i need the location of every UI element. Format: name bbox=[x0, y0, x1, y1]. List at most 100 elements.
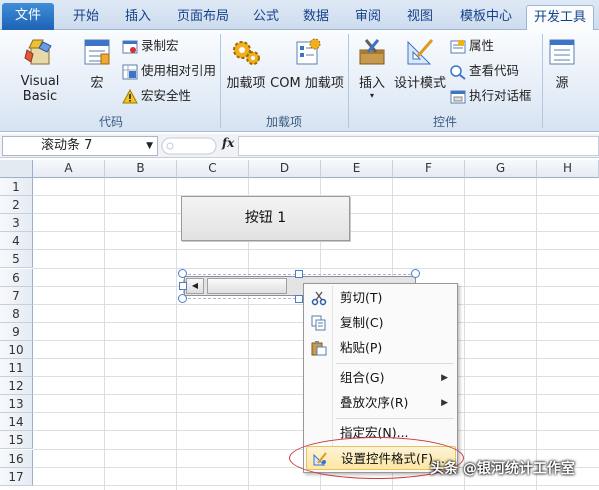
row-header[interactable]: 5 bbox=[0, 250, 33, 269]
tab-developer[interactable]: 开发工具 bbox=[526, 5, 594, 31]
menu-item-group[interactable]: 组合(G) ▶ bbox=[306, 366, 456, 390]
row-header[interactable]: 8 bbox=[0, 304, 33, 323]
row-header[interactable]: 15 bbox=[0, 431, 33, 450]
tab-template-center[interactable]: 模板中心 bbox=[450, 5, 522, 30]
row-header[interactable]: 7 bbox=[0, 286, 33, 305]
menu-item-cut[interactable]: 剪切(T) bbox=[306, 286, 456, 310]
menu-item-label: 组合(G) bbox=[340, 370, 385, 385]
gridline bbox=[104, 178, 105, 490]
row-header[interactable]: 10 bbox=[0, 340, 33, 359]
tab-review[interactable]: 审阅 bbox=[346, 5, 390, 30]
menu-item-order[interactable]: 叠放次序(R) ▶ bbox=[306, 391, 456, 415]
tab-file[interactable]: 文件 bbox=[2, 3, 54, 30]
row-header[interactable]: 17 bbox=[0, 467, 33, 486]
menu-item-copy[interactable]: 复制(C) bbox=[306, 311, 456, 335]
view-code-button[interactable]: 查看代码 bbox=[450, 60, 519, 82]
toolbox-icon bbox=[359, 39, 385, 65]
tab-data[interactable]: 数据 bbox=[294, 5, 338, 30]
gridline bbox=[33, 267, 599, 269]
row-header[interactable]: 1 bbox=[0, 178, 33, 197]
formula-bar: 滚动条 7 ▼ fx bbox=[0, 134, 599, 158]
row-header[interactable]: 14 bbox=[0, 413, 33, 432]
name-box[interactable]: 滚动条 7 ▼ bbox=[2, 136, 158, 156]
design-mode-label: 设计模式 bbox=[394, 76, 447, 91]
addins-button[interactable]: 加载项 bbox=[224, 36, 268, 91]
xml-source-label: 源 bbox=[555, 76, 569, 91]
visual-basic-icon bbox=[24, 39, 52, 65]
group-label-addins: 加载项 bbox=[265, 115, 302, 129]
relative-reference-icon bbox=[122, 64, 138, 79]
resize-handle[interactable] bbox=[179, 282, 187, 290]
copy-icon bbox=[311, 315, 326, 331]
row-header[interactable]: 4 bbox=[0, 232, 33, 251]
row-header[interactable]: 13 bbox=[0, 395, 33, 414]
form-button[interactable]: 按钮 1 bbox=[181, 196, 350, 241]
column-header[interactable]: D bbox=[249, 160, 321, 178]
group-separator bbox=[348, 34, 349, 128]
tab-home[interactable]: 开始 bbox=[60, 5, 112, 30]
menu-separator bbox=[336, 363, 454, 364]
row-header[interactable]: 9 bbox=[0, 322, 33, 341]
chevron-down-icon[interactable]: ▼ bbox=[146, 137, 153, 155]
row-header[interactable]: 12 bbox=[0, 377, 33, 396]
macros-icon bbox=[84, 39, 110, 65]
insert-function-icon[interactable]: fx bbox=[222, 136, 234, 150]
row-header[interactable]: 16 bbox=[0, 449, 33, 468]
record-macro-label: 录制宏 bbox=[141, 38, 179, 53]
insert-control-label: 插入 bbox=[358, 76, 385, 91]
view-code-icon bbox=[450, 64, 466, 80]
formula-input[interactable] bbox=[238, 136, 599, 156]
properties-button[interactable]: 属性 bbox=[450, 35, 494, 57]
group-separator bbox=[220, 34, 221, 128]
resize-handle[interactable] bbox=[411, 269, 420, 278]
column-header[interactable]: B bbox=[105, 160, 177, 178]
visual-basic-label: Visual Basic bbox=[20, 74, 60, 104]
insert-control-button[interactable]: 插入 ▾ bbox=[352, 36, 392, 101]
relative-reference-label: 使用相对引用 bbox=[141, 63, 217, 78]
tab-formulas[interactable]: 公式 bbox=[244, 5, 288, 30]
macro-security-label: 宏安全性 bbox=[141, 88, 192, 103]
relative-reference-button[interactable]: 使用相对引用 bbox=[122, 60, 216, 82]
menu-item-paste[interactable]: 粘贴(P) bbox=[306, 336, 456, 360]
resize-handle[interactable] bbox=[295, 295, 303, 303]
gridline bbox=[176, 178, 177, 490]
row-header[interactable]: 2 bbox=[0, 196, 33, 215]
record-macro-button[interactable]: 录制宏 bbox=[122, 35, 179, 57]
macro-security-button[interactable]: 宏安全性 bbox=[122, 85, 191, 107]
row-header[interactable]: 6 bbox=[0, 268, 33, 287]
com-addins-label: COM 加载项 bbox=[270, 76, 344, 91]
visual-basic-button[interactable]: Visual Basic bbox=[4, 36, 76, 104]
column-header[interactable]: H bbox=[537, 160, 599, 178]
design-mode-icon bbox=[407, 39, 434, 65]
menu-item-label: 复制(C) bbox=[340, 315, 384, 330]
resize-handle[interactable] bbox=[178, 269, 187, 278]
select-all-corner[interactable] bbox=[0, 160, 33, 178]
scrollbar-thumb[interactable] bbox=[207, 278, 287, 294]
design-mode-button[interactable]: 设计模式 bbox=[394, 36, 446, 91]
tab-page-layout[interactable]: 页面布局 bbox=[166, 5, 240, 30]
column-header[interactable]: F bbox=[393, 160, 465, 178]
row-header[interactable]: 3 bbox=[0, 214, 33, 233]
row-header[interactable]: 11 bbox=[0, 359, 33, 378]
resize-handle[interactable] bbox=[178, 294, 187, 303]
scroll-left-arrow-icon[interactable]: ◀ bbox=[186, 278, 204, 294]
macros-label: 宏 bbox=[90, 76, 104, 91]
com-addins-button[interactable]: COM 加载项 bbox=[270, 36, 344, 91]
macros-button[interactable]: 宏 bbox=[80, 36, 114, 91]
tab-insert[interactable]: 插入 bbox=[114, 5, 162, 30]
properties-icon bbox=[450, 39, 466, 53]
tab-view[interactable]: 视图 bbox=[398, 5, 442, 30]
resize-handle[interactable] bbox=[295, 270, 303, 278]
properties-label: 属性 bbox=[469, 38, 495, 53]
run-dialog-button[interactable]: 执行对话框 bbox=[450, 85, 532, 107]
column-header[interactable]: E bbox=[321, 160, 393, 178]
com-addins-icon bbox=[296, 38, 321, 65]
view-code-label: 查看代码 bbox=[469, 63, 520, 78]
paste-icon bbox=[311, 341, 327, 356]
column-header[interactable]: C bbox=[177, 160, 249, 178]
menu-item-label: 粘贴(P) bbox=[340, 340, 383, 355]
column-header[interactable]: A bbox=[33, 160, 105, 178]
xml-source-button[interactable]: 源 bbox=[546, 36, 578, 91]
column-header[interactable]: G bbox=[465, 160, 537, 178]
run-dialog-icon bbox=[450, 90, 466, 103]
